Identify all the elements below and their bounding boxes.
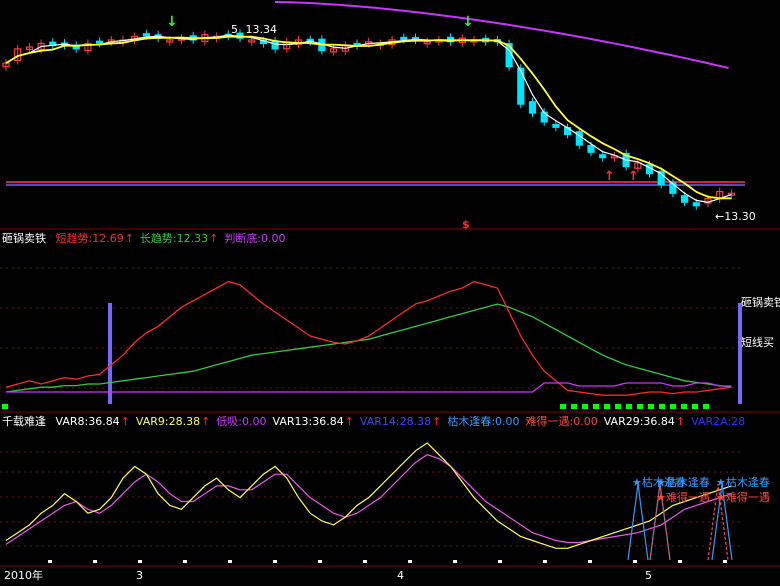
candle-body <box>142 33 150 37</box>
ind2-label-8: ↑ <box>432 415 442 428</box>
ind1-side-tag-2: 短线买 <box>741 336 774 349</box>
ind2-label-1: ↑ <box>120 415 130 428</box>
ind2-tick-mark <box>318 560 322 563</box>
x-axis-label-apr: 4 <box>397 569 404 582</box>
ind2-tick-mark <box>633 560 637 563</box>
ind1-bottom-dot <box>626 404 632 409</box>
ind1-label-2: 长趋势:12.33 <box>139 232 209 245</box>
ind2-tag-nande-2: ★难得一遇 <box>716 491 770 504</box>
price-high-value: 13.34 <box>245 23 278 36</box>
ind1-bottom-dot <box>615 404 621 409</box>
dollar-marker: $ <box>462 218 470 231</box>
ind1-bottom-dot <box>593 404 599 409</box>
ind1-label-1: ↑ <box>124 232 134 245</box>
ind1-bottom-dot <box>637 404 643 409</box>
candle-body <box>400 36 408 41</box>
ind2-label-13: VAR2A:28 <box>691 415 746 428</box>
ind2-label-12: ↑ <box>675 415 686 428</box>
x-axis-label-year: 2010年 <box>4 569 43 582</box>
ind2-label-4: 低吸:0.00 <box>216 415 267 428</box>
buy-signal-arrow-1: ↓ <box>166 14 178 30</box>
ind2-tick-mark <box>93 560 97 563</box>
x-axis-label-may: 5 <box>645 569 652 582</box>
ind1-bottom-dot <box>582 404 588 409</box>
ind1-bottom-dot <box>604 404 610 409</box>
x-axis-label-mar: 3 <box>136 569 143 582</box>
ind2-tick-mark <box>183 560 187 563</box>
ind1-label-3: ↑ <box>209 232 219 245</box>
ind1-bottom-dot <box>571 404 577 409</box>
ind2-label-6: ↑ <box>344 415 354 428</box>
ind2-tag-kumu-3: ★枯木逢春 <box>716 476 770 489</box>
candle-body <box>692 202 700 207</box>
ind2-tick-mark <box>273 560 277 563</box>
ind2-tick-mark <box>363 560 367 563</box>
ind2-tick-mark <box>498 560 502 563</box>
ind1-bottom-dot <box>648 404 654 409</box>
ind2-tick-mark <box>678 560 682 563</box>
ma60-line <box>274 1 729 69</box>
ma10-line <box>5 35 732 200</box>
ind1-bottom-dot <box>560 404 566 409</box>
ind2-label-5: VAR13:36.84 <box>272 415 344 428</box>
ind2-header: 千载难逢 VAR8:36.84↑ VAR9:28.38↑ 低吸:0.00 VAR13:… <box>2 415 745 428</box>
ind2-tick-mark <box>453 560 457 563</box>
candle-body <box>669 182 677 194</box>
ind1-name: 砸锅卖铁 <box>2 232 46 245</box>
ind1-value-labels: 短趋势:12.69↑ 长趋势:12.33↑ 判断底:0.00 <box>50 232 286 245</box>
ind1-side-tag-1: 砸锅卖铁 <box>741 296 780 309</box>
price-low-marker: ←13.30 <box>715 210 756 223</box>
ind2-tick-mark <box>408 560 412 563</box>
ma5-line <box>5 34 732 203</box>
ind1-bottom-dot <box>692 404 698 409</box>
candle-body <box>95 40 104 44</box>
ind1-label-4: 判断底:0.00 <box>224 232 286 245</box>
ind2-label-9: 枯木逢春:0.00 <box>447 415 520 428</box>
ind2-tag-kumu-2: ★枯木逢春 <box>656 476 710 489</box>
ind2-tick-mark <box>588 560 592 563</box>
ind2-tick-mark <box>228 560 232 563</box>
ind1-label-0: 短趋势:12.69 <box>55 232 124 245</box>
ind2-tick-mark <box>138 560 142 563</box>
ind2-label-2: VAR9:28.38 <box>135 415 201 428</box>
ind2-label-11: VAR29:36.84 <box>603 415 675 428</box>
sell-signal-arrow-2: ↑ <box>628 169 639 184</box>
ind2-tick-mark <box>543 560 547 563</box>
ind2-label-3: ↑ <box>201 415 211 428</box>
candle-body <box>528 101 537 114</box>
ind2-tick-mark <box>48 560 52 563</box>
candle-body <box>552 123 560 128</box>
ind2-label-7: VAR14:28.38 <box>359 415 432 428</box>
sell-signal-arrow-1: ↑ <box>604 169 615 184</box>
candle-body <box>680 195 689 203</box>
ind2-tick-mark <box>723 560 727 563</box>
var9-line <box>5 454 732 545</box>
short-trend-line <box>5 280 732 396</box>
ind2-label-0: VAR8:36.84 <box>55 415 120 428</box>
ind1-bottom-dot <box>659 404 665 409</box>
buy-signal-arrow-2: ↓ <box>462 14 474 30</box>
candle-body <box>599 154 607 159</box>
ind1-header: 砸锅卖铁 短趋势:12.69↑ 长趋势:12.33↑ 判断底:0.00 <box>2 232 286 245</box>
ind1-bottom-dot <box>681 404 687 409</box>
price-high-index: 5 <box>231 23 238 36</box>
ind2-tag-nande-1: ★难得一遇 <box>656 491 710 504</box>
ind2-value-labels: VAR8:36.84↑ VAR9:28.38↑ 低吸:0.00 VAR13:36.84… <box>50 415 746 428</box>
ind2-name: 千载难逢 <box>2 415 46 428</box>
var8-line <box>5 442 732 549</box>
ind1-bottom-dot <box>703 404 709 409</box>
ind2-label-10: 难得一遇:0.00 <box>525 415 598 428</box>
price-high-marker: 5 13.34 <box>231 23 277 36</box>
ind1-bottom-dot <box>670 404 676 409</box>
candle-body <box>517 67 525 105</box>
ind1-bottom-dot <box>2 404 8 409</box>
stock-chart-window: ↓ ↓ ↑ ↑ 5 13.34 ←13.30 $ 砸锅卖铁 短趋势:12.69↑ 长趋势… <box>0 0 780 582</box>
candle-body <box>587 145 595 153</box>
